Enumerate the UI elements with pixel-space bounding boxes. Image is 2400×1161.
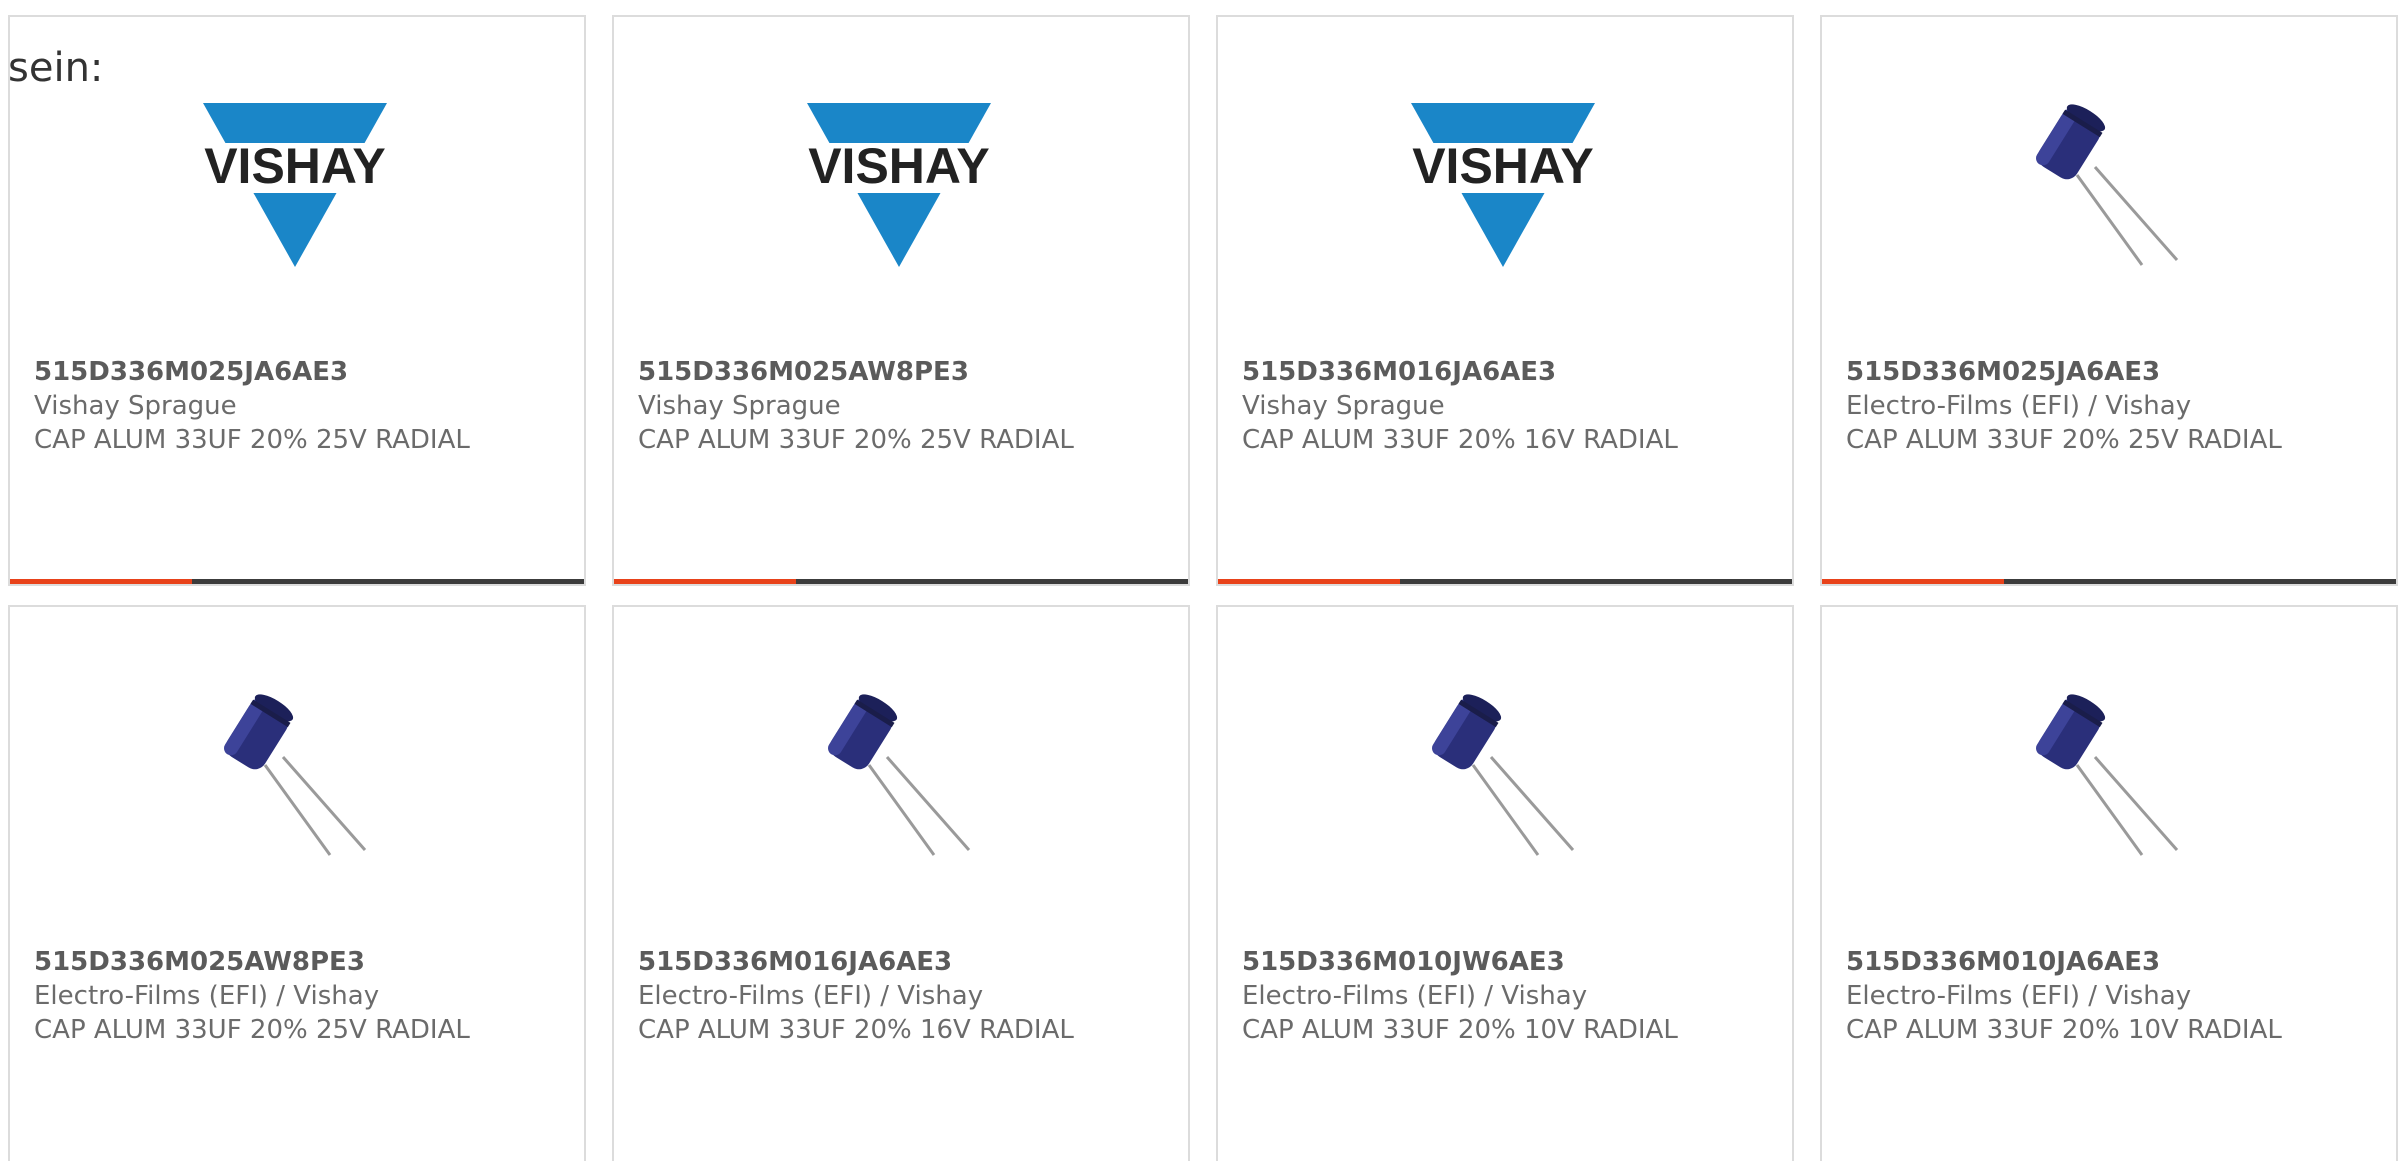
vishay-logo-image: VISHAY (799, 95, 999, 295)
description: CAP ALUM 33UF 20% 25V RADIAL (638, 425, 1074, 455)
capacitor-icon (2036, 104, 2179, 266)
manufacturer: Electro-Films (EFI) / Vishay (1846, 391, 2192, 421)
product-card[interactable]: 515D336M016JA6AE3 Electro-Films (EFI) / … (612, 605, 1190, 1161)
capacitor-icon (1432, 694, 1575, 856)
product-card[interactable]: 515D336M025AW8PE3 Electro-Films (EFI) / … (8, 605, 586, 1161)
card-bar-accent (1218, 579, 1400, 584)
product-card[interactable]: VISHAY 515D336M016JA6AE3 Vishay Sprague … (1216, 15, 1794, 586)
product-card[interactable]: 515D336M010JW6AE3 Electro-Films (EFI) / … (1216, 605, 1794, 1161)
vishay-logo-image: VISHAY (195, 95, 395, 295)
capacitor-image (1403, 685, 1603, 885)
manufacturer: Vishay Sprague (638, 391, 841, 421)
part-number[interactable]: 515D336M025AW8PE3 (34, 945, 564, 979)
vishay-logo-text: VISHAY (1412, 138, 1594, 194)
description: CAP ALUM 33UF 20% 10V RADIAL (1846, 1015, 2282, 1045)
card-bottom-bar (10, 579, 584, 584)
card-bottom-bar (1218, 579, 1792, 584)
part-number[interactable]: 515D336M010JA6AE3 (1846, 945, 2376, 979)
part-number[interactable]: 515D336M016JA6AE3 (1242, 355, 1772, 389)
card-bar-accent (1822, 579, 2004, 584)
card-bottom-bar (1822, 579, 2396, 584)
capacitor-image (2007, 95, 2207, 295)
capacitor-icon (2036, 694, 2179, 856)
product-card[interactable]: VISHAY 515D336M025JA6AE3 Vishay Sprague … (8, 15, 586, 586)
description: CAP ALUM 33UF 20% 10V RADIAL (1242, 1015, 1678, 1045)
capacitor-icon (224, 694, 367, 856)
manufacturer: Vishay Sprague (1242, 391, 1445, 421)
capacitor-image (799, 685, 999, 885)
product-card[interactable]: VISHAY 515D336M025AW8PE3 Vishay Sprague … (612, 15, 1190, 586)
description: CAP ALUM 33UF 20% 25V RADIAL (34, 425, 470, 455)
manufacturer: Vishay Sprague (34, 391, 237, 421)
capacitor-image (2007, 685, 2207, 885)
part-number[interactable]: 515D336M016JA6AE3 (638, 945, 1168, 979)
part-number[interactable]: 515D336M025JA6AE3 (1846, 355, 2376, 389)
manufacturer: Electro-Films (EFI) / Vishay (1242, 981, 1588, 1011)
description: CAP ALUM 33UF 20% 25V RADIAL (34, 1015, 470, 1045)
vishay-logo-text: VISHAY (204, 138, 386, 194)
manufacturer: Electro-Films (EFI) / Vishay (638, 981, 984, 1011)
product-grid-page: sein: VISHAY 515D336M025JA6AE3 Vishay Sp… (0, 0, 2400, 1161)
description: CAP ALUM 33UF 20% 16V RADIAL (638, 1015, 1074, 1045)
description: CAP ALUM 33UF 20% 16V RADIAL (1242, 425, 1678, 455)
card-bar-accent (10, 579, 192, 584)
intro-text: sein: (8, 45, 104, 91)
product-card[interactable]: 515D336M025JA6AE3 Electro-Films (EFI) / … (1820, 15, 2398, 586)
vishay-logo-icon: VISHAY (1403, 103, 1603, 267)
capacitor-icon (828, 694, 971, 856)
card-bar-accent (614, 579, 796, 584)
card-bottom-bar (614, 579, 1188, 584)
capacitor-image (195, 685, 395, 885)
manufacturer: Electro-Films (EFI) / Vishay (34, 981, 380, 1011)
description: CAP ALUM 33UF 20% 25V RADIAL (1846, 425, 2282, 455)
vishay-logo-icon: VISHAY (195, 103, 395, 267)
product-card[interactable]: 515D336M010JA6AE3 Electro-Films (EFI) / … (1820, 605, 2398, 1161)
part-number[interactable]: 515D336M025JA6AE3 (34, 355, 564, 389)
vishay-logo-text: VISHAY (808, 138, 990, 194)
part-number[interactable]: 515D336M025AW8PE3 (638, 355, 1168, 389)
vishay-logo-icon: VISHAY (799, 103, 999, 267)
vishay-logo-image: VISHAY (1403, 95, 1603, 295)
manufacturer: Electro-Films (EFI) / Vishay (1846, 981, 2192, 1011)
part-number[interactable]: 515D336M010JW6AE3 (1242, 945, 1772, 979)
